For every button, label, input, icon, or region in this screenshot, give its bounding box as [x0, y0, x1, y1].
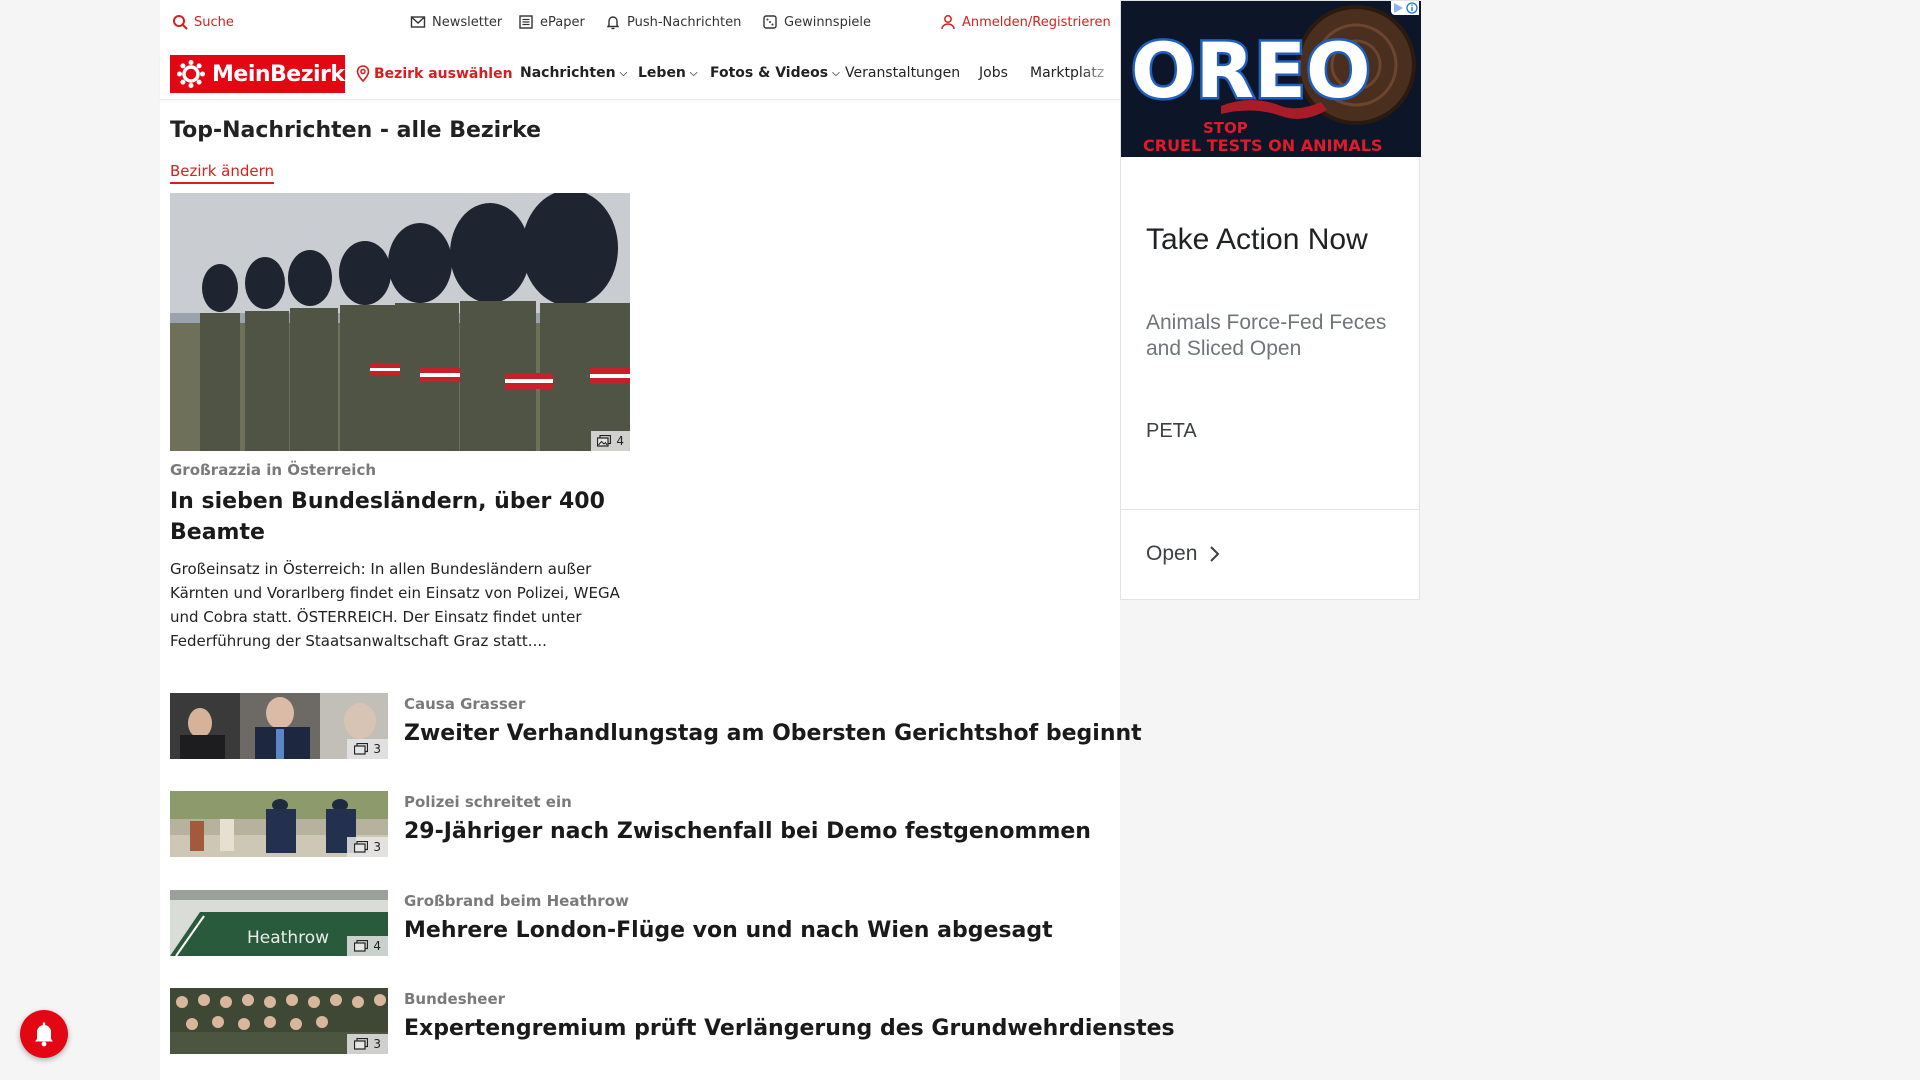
list-item[interactable]: Heathrow 4 Großbrand beim Heathrow Mehre… — [170, 890, 1120, 958]
bell-icon — [606, 16, 620, 30]
meinbezirk-logo[interactable]: MeinBezirk — [170, 55, 345, 93]
bezirk-change-link[interactable]: Bezirk ändern — [170, 162, 275, 184]
ad-open-button[interactable]: Open — [1146, 542, 1221, 566]
article-thumbnail[interactable]: Heathrow 4 — [170, 890, 388, 956]
thumb-sign-text: Heathrow — [247, 928, 329, 948]
hero-headline[interactable]: In sieben Bundesländern, über 400 Beamte — [170, 486, 640, 548]
push-label: Push-Nachrichten — [627, 14, 742, 30]
adchoices-icon[interactable] — [1391, 1, 1419, 15]
hero-image[interactable]: 4 — [170, 193, 630, 451]
images-icon — [354, 743, 369, 755]
article-kicker: Polizei schreitet ein — [404, 793, 572, 811]
push-link[interactable]: Push-Nachrichten — [605, 14, 741, 30]
photo-count: 4 — [373, 939, 381, 953]
bezirk-select[interactable]: Bezirk auswählen — [356, 65, 513, 82]
nav-fade — [1080, 52, 1120, 98]
nav-fotos-videos[interactable]: Fotos & Videos ⌵ — [710, 65, 840, 81]
login-link[interactable]: Anmelden/Registrieren — [940, 14, 1111, 30]
sun-logo-icon — [177, 60, 205, 88]
utility-bar: Suche Newsletter ePaper Push-Nachrichten… — [160, 0, 1120, 48]
nav-leben-label: Leben — [638, 65, 686, 81]
article-thumbnail[interactable]: 3 — [170, 988, 388, 1054]
article-headline[interactable]: Zweiter Verhandlungstag am Obersten Geri… — [404, 721, 1142, 746]
images-icon — [354, 1038, 369, 1050]
ad-divider — [1121, 509, 1419, 510]
gewinnspiele-label: Gewinnspiele — [784, 14, 872, 30]
nav-nachrichten-label: Nachrichten — [520, 65, 616, 81]
main-nav: MeinBezirk Bezirk auswählen Nachrichten … — [160, 52, 1120, 100]
chevron-down-icon: ⌵ — [619, 67, 628, 79]
advertisement[interactable]: OREO STOP CRUEL TESTS ON ANIMALS Take Ac… — [1120, 0, 1421, 600]
list-item[interactable]: 3 Polizei schreitet ein 29-Jähriger nach… — [170, 791, 1120, 859]
nav-fotos-videos-label: Fotos & Videos — [710, 65, 829, 81]
nav-jobs-label: Jobs — [979, 65, 1008, 81]
photo-count-badge: 4 — [591, 431, 630, 451]
hero-kicker: Großrazzia in Österreich — [170, 461, 377, 479]
ad-banner-image[interactable]: OREO STOP CRUEL TESTS ON ANIMALS — [1121, 1, 1421, 157]
bell-icon — [35, 1022, 53, 1047]
section-title: Top-Nachrichten - alle Bezirke — [170, 118, 542, 143]
epaper-link[interactable]: ePaper — [518, 14, 585, 30]
chevron-down-icon: ⌵ — [832, 67, 840, 79]
nav-nachrichten[interactable]: Nachrichten ⌵ — [520, 65, 627, 81]
images-icon — [354, 841, 369, 853]
bezirk-select-label: Bezirk auswählen — [374, 65, 513, 82]
list-item[interactable]: 3 Bundesheer Expertengremium prüft Verlä… — [170, 988, 1175, 1056]
banner-stop: STOP — [1203, 119, 1248, 137]
chevron-right-icon — [1210, 546, 1220, 562]
article-headline[interactable]: Expertengremium prüft Verlängerung des G… — [404, 1016, 1175, 1041]
nav-veranstaltungen[interactable]: Veranstaltungen — [845, 65, 960, 81]
police-photo — [170, 193, 630, 451]
photo-count: 3 — [373, 840, 381, 854]
search-label: Suche — [194, 14, 234, 30]
search-link[interactable]: Suche — [172, 14, 234, 30]
location-pin-icon — [356, 65, 370, 82]
photo-count: 4 — [616, 434, 624, 448]
photo-count-badge: 4 — [347, 936, 388, 956]
banner-claim: CRUEL TESTS ON ANIMALS — [1143, 136, 1382, 155]
main-column: Suche Newsletter ePaper Push-Nachrichten… — [160, 0, 1175, 1080]
photo-count: 3 — [373, 742, 381, 756]
user-icon — [941, 15, 955, 30]
gewinnspiele-link[interactable]: Gewinnspiele — [762, 14, 871, 30]
info-icon — [1406, 2, 1418, 14]
list-item[interactable]: 3 Causa Grasser Zweiter Verhandlungstag … — [170, 693, 1142, 761]
newsletter-label: Newsletter — [432, 14, 503, 30]
oreo-banner: OREO STOP CRUEL TESTS ON ANIMALS — [1121, 1, 1421, 157]
nav-veranstaltungen-label: Veranstaltungen — [845, 65, 961, 81]
photo-count: 3 — [373, 1037, 381, 1051]
epaper-label: ePaper — [540, 14, 585, 30]
mail-icon — [410, 16, 426, 28]
newspaper-icon — [519, 15, 533, 29]
ad-advertiser: PETA — [1146, 420, 1197, 442]
ad-play-icon — [1394, 3, 1403, 13]
article-kicker: Bundesheer — [404, 990, 506, 1008]
images-icon — [354, 940, 369, 952]
photo-count-badge: 3 — [347, 1034, 388, 1054]
images-icon — [597, 435, 612, 447]
ad-description: Animals Force-Fed Feces and Sliced Open — [1146, 311, 1387, 360]
nav-leben[interactable]: Leben ⌵ — [638, 65, 698, 81]
nav-jobs[interactable]: Jobs — [979, 65, 1008, 81]
article-headline[interactable]: Mehrere London-Flüge von und nach Wien a… — [404, 918, 1053, 943]
article-kicker: Causa Grasser — [404, 695, 526, 713]
notification-bell-button[interactable] — [20, 1010, 68, 1058]
photo-count-badge: 3 — [347, 739, 388, 759]
article-thumbnail[interactable]: 3 — [170, 693, 388, 759]
search-icon — [173, 15, 188, 30]
logo-text: MeinBezirk — [212, 61, 345, 87]
dice-icon — [763, 15, 777, 29]
hero-teaser: Großeinsatz in Österreich: In allen Bund… — [170, 560, 620, 650]
article-thumbnail[interactable]: 3 — [170, 791, 388, 857]
login-label: Anmelden/Registrieren — [962, 14, 1111, 30]
article-headline[interactable]: 29-Jähriger nach Zwischenfall bei Demo f… — [404, 819, 1091, 844]
chevron-down-icon: ⌵ — [689, 67, 698, 79]
article-kicker: Großbrand beim Heathrow — [404, 892, 629, 910]
photo-count-badge: 3 — [347, 837, 388, 857]
newsletter-link[interactable]: Newsletter — [410, 14, 502, 30]
ad-headline[interactable]: Take Action Now — [1146, 223, 1368, 257]
ad-open-label: Open — [1146, 542, 1198, 565]
